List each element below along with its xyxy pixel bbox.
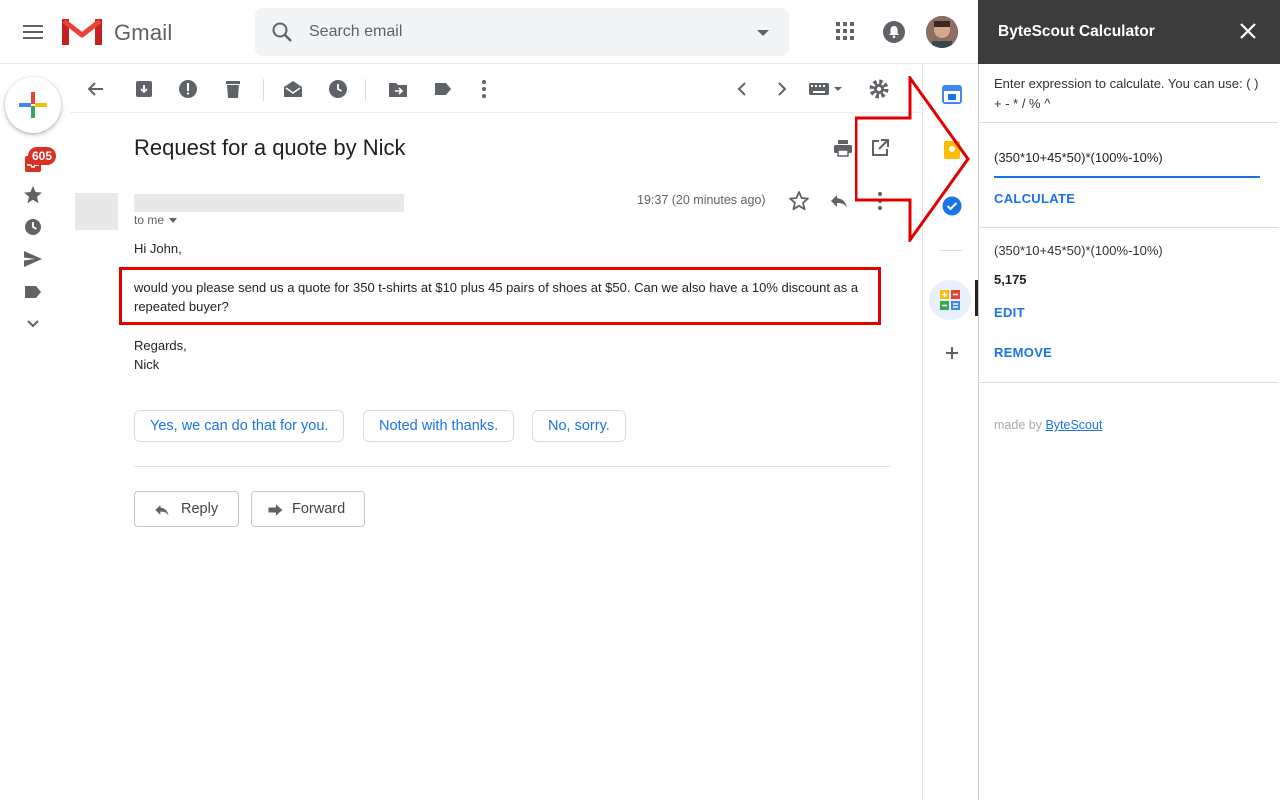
forward-arrow-icon [268, 504, 283, 516]
recipient-details[interactable]: to me [134, 213, 178, 227]
reply-arrow-icon [155, 505, 169, 516]
report-spam-icon[interactable] [177, 78, 199, 100]
toolbar-divider [70, 112, 922, 113]
search-input[interactable]: Search email [309, 23, 402, 41]
right-arrow-annotation [855, 76, 971, 242]
email-greeting: Hi John, [134, 241, 182, 256]
made-by-prefix: made by [994, 418, 1042, 432]
avatar[interactable] [926, 16, 958, 48]
newer-chevron-left-icon[interactable] [731, 78, 753, 100]
keyboard-input-icon[interactable] [808, 78, 844, 100]
label-tag-icon[interactable] [22, 281, 44, 303]
app-name[interactable]: Gmail [114, 20, 172, 46]
panel-divider [978, 227, 1278, 228]
forward-button-label: Forward [292, 501, 346, 517]
remove-button[interactable]: REMOVE [994, 345, 1052, 360]
smart-reply-no-button[interactable]: No, sorry. [532, 410, 626, 442]
apps-grid-icon[interactable] [834, 20, 858, 44]
reply-arrow-icon[interactable] [828, 190, 850, 212]
recipient-label: to me [134, 213, 165, 227]
snooze-clock-icon[interactable] [327, 78, 349, 100]
calculate-button[interactable]: CALCULATE [994, 191, 1075, 206]
more-options-vertical-icon[interactable] [473, 78, 495, 100]
email-subject: Request for a quote by Nick [134, 135, 406, 160]
panel-divider [978, 122, 1278, 123]
starred-star-icon[interactable] [22, 184, 44, 206]
star-icon[interactable] [788, 190, 810, 212]
sent-send-icon[interactable] [22, 248, 44, 270]
email-timestamp: 19:37 (20 minutes ago) [637, 193, 766, 207]
chevron-down-icon[interactable] [169, 218, 178, 224]
archive-icon[interactable] [133, 78, 155, 100]
forward-button[interactable]: Forward [251, 491, 365, 527]
search-options-chevron-down-icon[interactable] [757, 30, 769, 36]
result-expression: (350*10+45*50)*(100%-10%) [994, 243, 1163, 258]
smart-reply-noted-button[interactable]: Noted with thanks. [363, 410, 515, 442]
compose-button[interactable] [5, 77, 61, 133]
close-icon[interactable] [1238, 21, 1258, 41]
highlight-box [119, 267, 881, 325]
edit-button[interactable]: EDIT [994, 305, 1025, 320]
search-icon[interactable] [271, 21, 293, 43]
expression-input[interactable] [994, 144, 1260, 178]
gmail-logo-icon[interactable] [62, 17, 102, 47]
made-by-footer: made by ByteScout [994, 418, 1102, 432]
sender-avatar-redacted [75, 193, 118, 230]
inbox-unread-badge: 605 [28, 147, 56, 165]
toolbar-divider [263, 79, 264, 101]
addon-divider [940, 250, 962, 251]
result-value: 5,175 [994, 272, 1027, 287]
toolbar-divider [365, 79, 366, 101]
calculator-instructions: Enter expression to calculate. You can u… [994, 76, 1259, 111]
mark-unread-mail-icon[interactable] [282, 78, 304, 100]
bytescout-calculator-addon-icon[interactable] [929, 280, 971, 320]
reply-button-label: Reply [181, 501, 219, 517]
notifications-bell-icon[interactable] [882, 20, 906, 44]
calculator-title: ByteScout Calculator [998, 23, 1155, 40]
sender-name-redacted [134, 194, 404, 212]
labels-tag-icon[interactable] [432, 78, 454, 100]
snoozed-clock-icon[interactable] [22, 216, 44, 238]
reply-button[interactable]: Reply [134, 491, 239, 527]
calculator-panel [978, 0, 1280, 800]
panel-divider [978, 382, 1278, 383]
email-signoff: Regards, [134, 338, 187, 353]
message-divider [134, 466, 890, 467]
delete-trash-icon[interactable] [222, 78, 244, 100]
main-menu-icon[interactable] [22, 21, 44, 43]
get-addons-plus-icon[interactable] [941, 342, 963, 364]
older-chevron-right-icon[interactable] [771, 78, 793, 100]
more-chevron-down-icon[interactable] [22, 313, 44, 335]
move-to-folder-icon[interactable] [387, 78, 409, 100]
back-arrow-icon[interactable] [85, 78, 107, 100]
bytescout-link[interactable]: ByteScout [1045, 418, 1102, 432]
email-signature: Nick [134, 357, 160, 372]
print-icon[interactable] [832, 137, 854, 159]
search-bar[interactable]: Search email [255, 8, 789, 56]
smart-reply-yes-button[interactable]: Yes, we can do that for you. [134, 410, 345, 442]
